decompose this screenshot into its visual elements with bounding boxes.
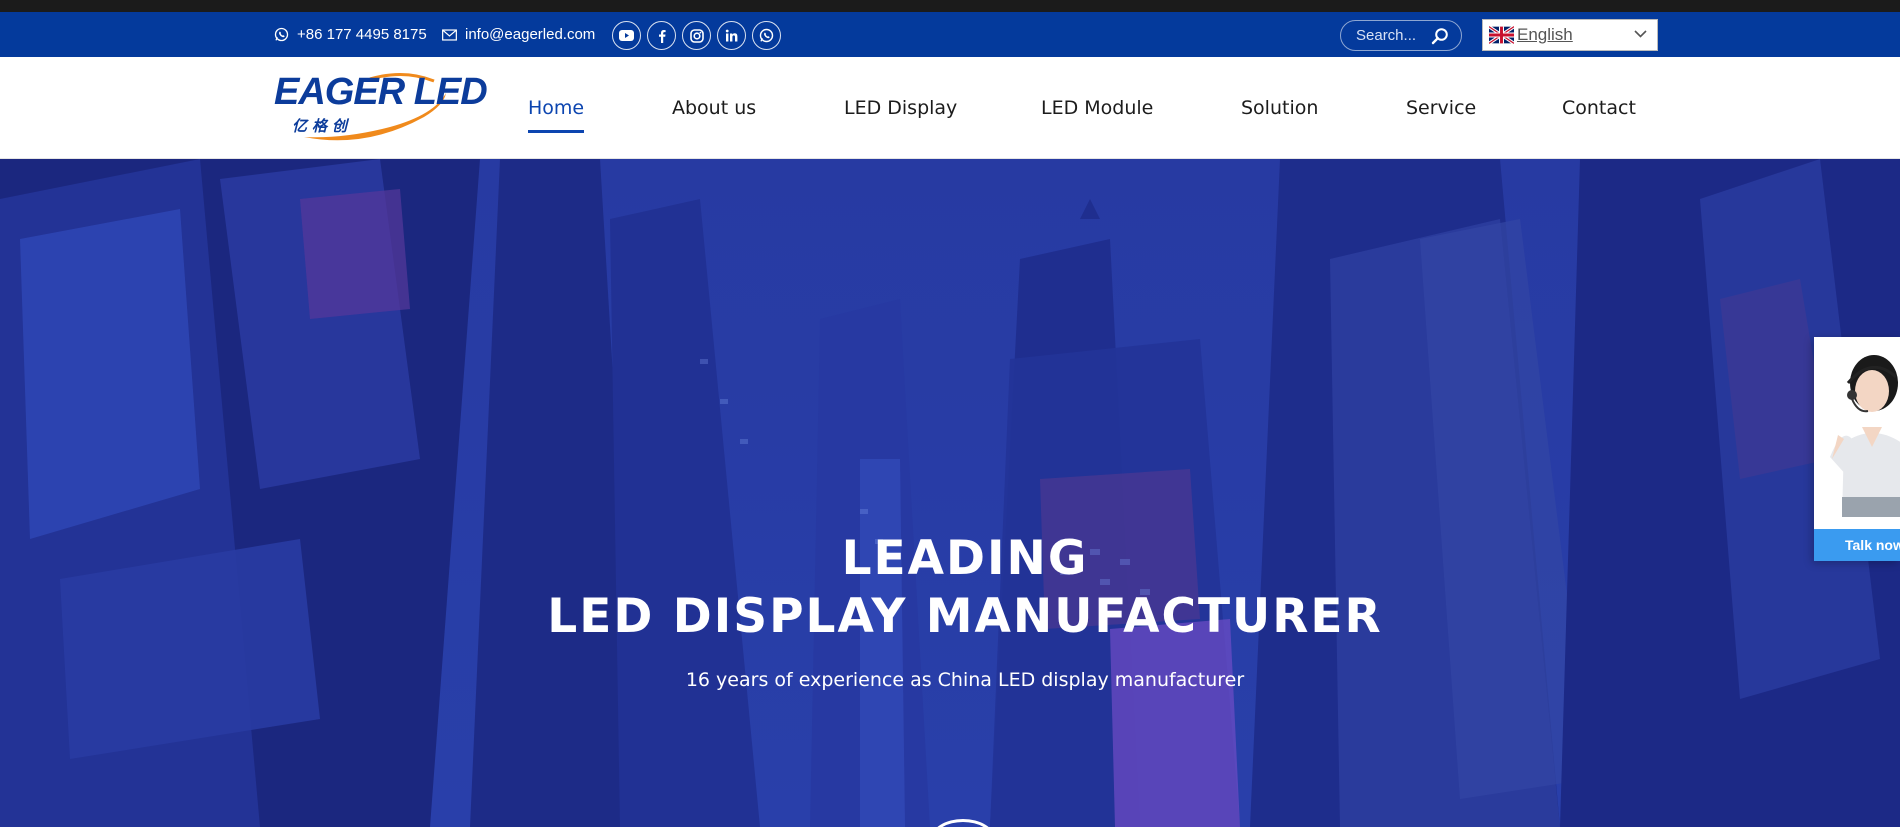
language-label: English — [1517, 25, 1573, 44]
youtube-link[interactable] — [612, 21, 641, 50]
logo-chinese-text: 亿格创 — [292, 118, 353, 135]
email-link[interactable]: info@eagerled.com — [442, 12, 595, 57]
instagram-link[interactable] — [682, 21, 711, 50]
facebook-link[interactable] — [647, 21, 676, 50]
phone-link[interactable]: +86 177 4495 8175 — [274, 12, 427, 57]
whatsapp-icon — [759, 28, 774, 43]
whatsapp-icon — [274, 27, 289, 42]
email-address: info@eagerled.com — [465, 26, 596, 43]
instagram-icon — [689, 28, 704, 43]
nav-about-us[interactable]: About us — [672, 57, 756, 159]
youtube-icon — [619, 30, 634, 41]
mail-icon — [442, 28, 457, 41]
support-agent-avatar — [1830, 355, 1900, 517]
browser-top-strip — [0, 0, 1900, 12]
hero-banner: LEADING LED DISPLAY MANUFACTURER 16 year… — [0, 159, 1900, 827]
hero-title-line-2: LED DISPLAY MANUFACTURER — [547, 589, 1383, 644]
main-navbar: EAGER LED 亿格创 Home About us LED Display … — [0, 57, 1900, 159]
nav-solution[interactable]: Solution — [1241, 57, 1318, 159]
search-icon[interactable] — [1431, 27, 1449, 45]
nav-service[interactable]: Service — [1406, 57, 1476, 159]
nav-contact[interactable]: Contact — [1562, 57, 1636, 159]
live-chat-widget[interactable]: Talk now — [1814, 337, 1900, 561]
top-contact-bar: +86 177 4495 8175 info@eagerled.com Sear… — [0, 12, 1900, 57]
logo-brand-text: EAGER LED — [274, 71, 488, 113]
hero-subtitle: 16 years of experience as China LED disp… — [685, 669, 1245, 691]
linkedin-icon — [725, 29, 738, 42]
nav-home[interactable]: Home — [528, 57, 585, 159]
whatsapp-link[interactable] — [752, 21, 781, 50]
language-selector[interactable]: English — [1482, 19, 1658, 51]
hero-cityscape-image — [0, 159, 1900, 827]
phone-number: +86 177 4495 8175 — [297, 26, 427, 43]
hero-title-line-1: LEADING — [841, 531, 1089, 586]
search-input[interactable] — [1356, 27, 1424, 44]
chevron-down-icon — [1634, 30, 1647, 38]
search-box[interactable] — [1340, 20, 1462, 51]
uk-flag-icon — [1489, 26, 1514, 44]
talk-now-button[interactable]: Talk now — [1814, 529, 1900, 561]
site-logo[interactable]: EAGER LED 亿格创 — [274, 71, 488, 141]
page-bottom-strip — [0, 827, 1900, 840]
nav-led-display[interactable]: LED Display — [844, 57, 957, 159]
facebook-icon — [658, 29, 666, 43]
nav-led-module[interactable]: LED Module — [1041, 57, 1153, 159]
linkedin-link[interactable] — [717, 21, 746, 50]
social-links — [612, 21, 781, 50]
